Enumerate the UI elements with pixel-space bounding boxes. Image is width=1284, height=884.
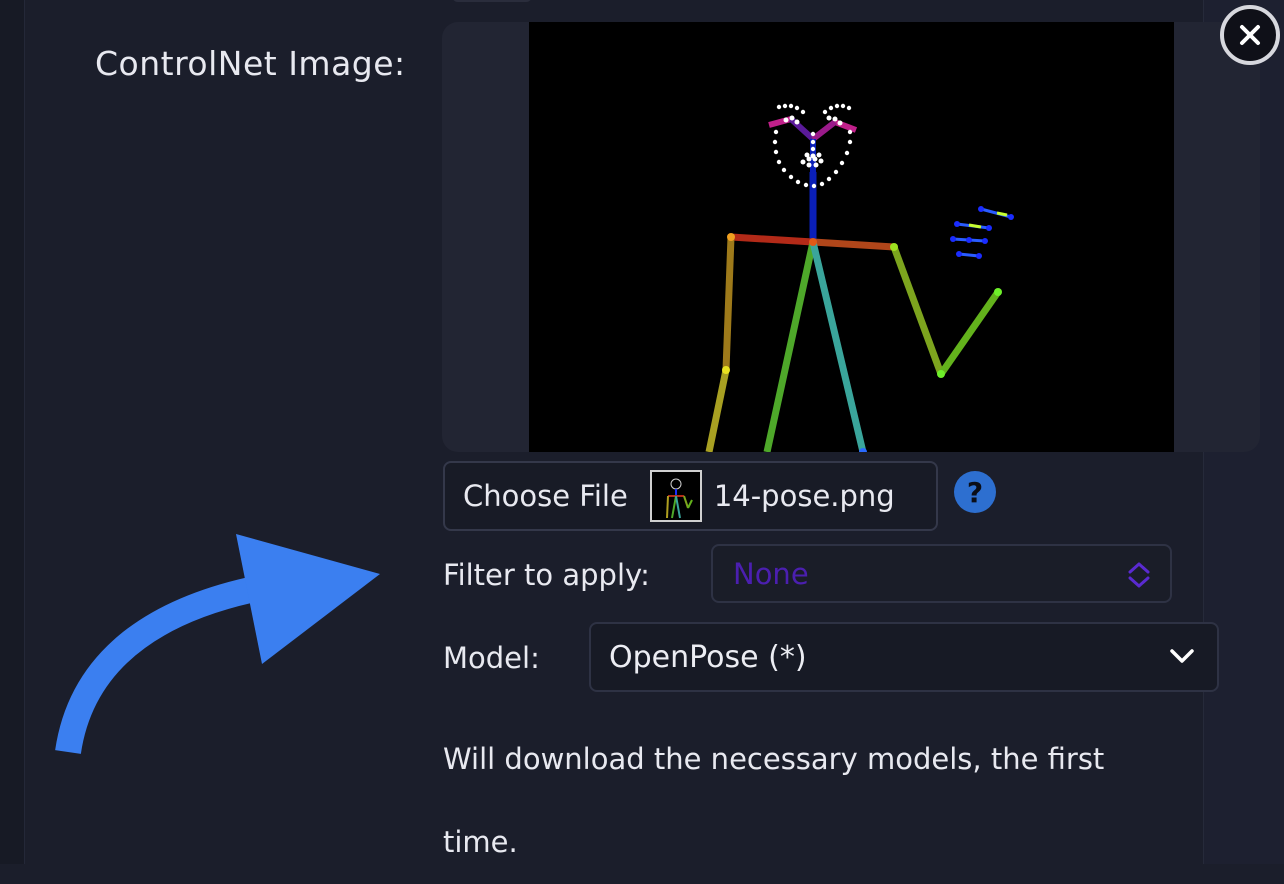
curved-arrow-icon [55, 534, 380, 755]
filter-value: None [733, 556, 809, 591]
chevron-down-icon [1170, 649, 1194, 663]
top-tab-edge [452, 0, 532, 2]
help-icon[interactable]: ? [954, 471, 996, 513]
filter-select[interactable]: None [711, 544, 1172, 603]
filter-label: Filter to apply: [443, 558, 650, 592]
model-select[interactable]: OpenPose (*) [589, 622, 1219, 692]
left-panel-edge [0, 0, 25, 864]
model-value: OpenPose (*) [609, 639, 807, 675]
pose-skeleton-image [705, 103, 1014, 452]
file-thumbnail [649, 470, 702, 522]
updown-chevron-icon [1128, 562, 1150, 588]
download-note: Will download the necessary models, the … [443, 742, 1105, 859]
close-icon [1240, 25, 1260, 45]
file-input[interactable]: Choose File 14-pose.png [443, 461, 938, 531]
controlnet-image-label: ControlNet Image: [95, 44, 406, 83]
close-button[interactable] [1220, 5, 1280, 65]
model-label: Model: [443, 641, 540, 675]
file-name: 14-pose.png [713, 479, 895, 513]
controlnet-image-preview [529, 22, 1174, 452]
choose-file-button[interactable]: Choose File [463, 479, 628, 513]
